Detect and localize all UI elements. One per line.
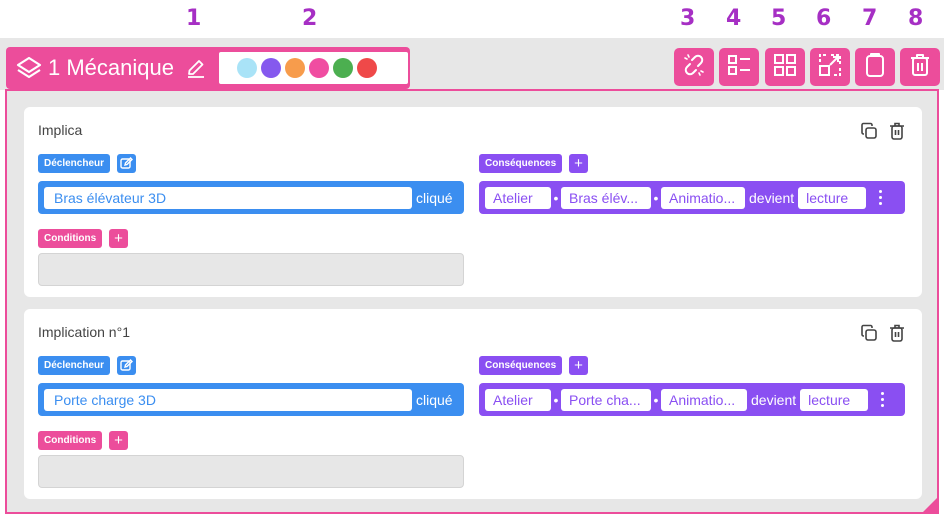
trigger-object-field[interactable]: Bras élévateur 3D bbox=[44, 186, 412, 209]
callout-5: 5 bbox=[771, 6, 787, 31]
resize-icon bbox=[817, 52, 843, 83]
conditions-tag: Conditions bbox=[38, 229, 103, 248]
clipboard-icon bbox=[863, 52, 887, 83]
conditions-dropzone[interactable] bbox=[38, 455, 464, 488]
list-view-button[interactable] bbox=[719, 48, 759, 86]
consequence-value[interactable]: lecture bbox=[800, 388, 869, 411]
trigger-event-label: cliqué bbox=[416, 189, 453, 206]
add-consequence-button[interactable]: + bbox=[569, 154, 588, 173]
plus-icon: + bbox=[114, 432, 123, 449]
separator-dot: • bbox=[553, 189, 559, 206]
color-palette bbox=[219, 52, 408, 84]
color-swatch-light-blue[interactable] bbox=[237, 58, 257, 78]
edit-trigger-button[interactable] bbox=[117, 356, 136, 375]
layers-icon bbox=[14, 53, 44, 83]
consequence-object[interactable]: Bras élév... bbox=[561, 186, 651, 209]
consequence-row: Atelier • Bras élév... • Animatio... dev… bbox=[479, 181, 905, 214]
consequence-verb: devient bbox=[751, 391, 797, 408]
implications-panel: Implica Déclencheur Bras élévateur 3D cl… bbox=[5, 89, 939, 514]
trash-icon bbox=[908, 52, 932, 83]
grid-view-button[interactable] bbox=[765, 48, 805, 86]
callout-8: 8 bbox=[908, 6, 924, 31]
unlink-button[interactable] bbox=[674, 48, 714, 86]
conditions-tag: Conditions bbox=[38, 431, 103, 450]
color-swatch-pink[interactable] bbox=[309, 58, 329, 78]
layer-title: 1 Mécanique bbox=[48, 55, 174, 80]
consequence-verb: devient bbox=[749, 189, 795, 206]
implication-title: Implication n°1 bbox=[38, 324, 130, 340]
layer-header[interactable]: 1 Mécanique bbox=[6, 47, 410, 89]
consequences-tag: Conséquences bbox=[479, 154, 563, 173]
callout-6: 6 bbox=[816, 6, 832, 31]
delete-layer-button[interactable] bbox=[900, 48, 940, 86]
resize-button[interactable] bbox=[810, 48, 850, 86]
resize-corner[interactable] bbox=[923, 498, 937, 512]
trigger-row: Bras élévateur 3D cliqué bbox=[38, 181, 464, 214]
trigger-tag: Déclencheur bbox=[38, 356, 111, 375]
implication-card: Implica Déclencheur Bras élévateur 3D cl… bbox=[24, 107, 922, 297]
plus-icon: + bbox=[574, 357, 583, 374]
color-swatch-red[interactable] bbox=[357, 58, 377, 78]
edit-trigger-button[interactable] bbox=[117, 154, 136, 173]
add-condition-button[interactable]: + bbox=[109, 431, 128, 450]
duplicate-icon[interactable] bbox=[860, 323, 878, 343]
implication-title: Implica bbox=[38, 122, 83, 138]
trash-icon[interactable] bbox=[888, 323, 906, 343]
add-condition-button[interactable]: + bbox=[109, 229, 128, 248]
implication-card: Implication n°1 Déclencheur Porte charge… bbox=[24, 309, 922, 499]
trigger-tag: Déclencheur bbox=[38, 154, 111, 173]
callout-3: 3 bbox=[680, 6, 696, 31]
trigger-object-field[interactable]: Porte charge 3D bbox=[44, 388, 412, 411]
consequence-value[interactable]: lecture bbox=[798, 186, 867, 209]
separator-dot: • bbox=[653, 391, 659, 408]
consequences-tag: Conséquences bbox=[479, 356, 563, 375]
edit-icon bbox=[120, 157, 133, 169]
consequence-object[interactable]: Porte cha... bbox=[561, 388, 651, 411]
more-options-icon[interactable] bbox=[872, 190, 888, 205]
plus-icon: + bbox=[574, 155, 583, 172]
callout-4: 4 bbox=[726, 6, 742, 31]
grid-view-icon bbox=[772, 52, 798, 83]
consequence-property[interactable]: Animatio... bbox=[661, 186, 745, 209]
trash-icon[interactable] bbox=[888, 121, 906, 141]
color-swatch-violet[interactable] bbox=[261, 58, 281, 78]
plus-icon: + bbox=[114, 230, 123, 247]
consequence-scene[interactable]: Atelier bbox=[485, 186, 551, 209]
color-swatch-green[interactable] bbox=[333, 58, 353, 78]
edit-icon bbox=[120, 359, 133, 371]
consequence-property[interactable]: Animatio... bbox=[661, 388, 747, 411]
edit-title-icon[interactable] bbox=[184, 56, 208, 80]
separator-dot: • bbox=[553, 391, 559, 408]
trigger-row: Porte charge 3D cliqué bbox=[38, 383, 464, 416]
callout-1: 1 bbox=[186, 6, 202, 31]
separator-dot: • bbox=[653, 189, 659, 206]
list-view-icon bbox=[725, 52, 753, 83]
consequence-scene[interactable]: Atelier bbox=[485, 388, 551, 411]
more-options-icon[interactable] bbox=[874, 392, 890, 407]
conditions-dropzone[interactable] bbox=[38, 253, 464, 286]
consequence-row: Atelier • Porte cha... • Animatio... dev… bbox=[479, 383, 905, 416]
unlink-icon bbox=[681, 52, 707, 83]
add-consequence-button[interactable]: + bbox=[569, 356, 588, 375]
duplicate-icon[interactable] bbox=[860, 121, 878, 141]
callout-7: 7 bbox=[862, 6, 878, 31]
color-swatch-orange[interactable] bbox=[285, 58, 305, 78]
clipboard-button[interactable] bbox=[855, 48, 895, 86]
callout-2: 2 bbox=[302, 6, 318, 31]
trigger-event-label: cliqué bbox=[416, 391, 453, 408]
